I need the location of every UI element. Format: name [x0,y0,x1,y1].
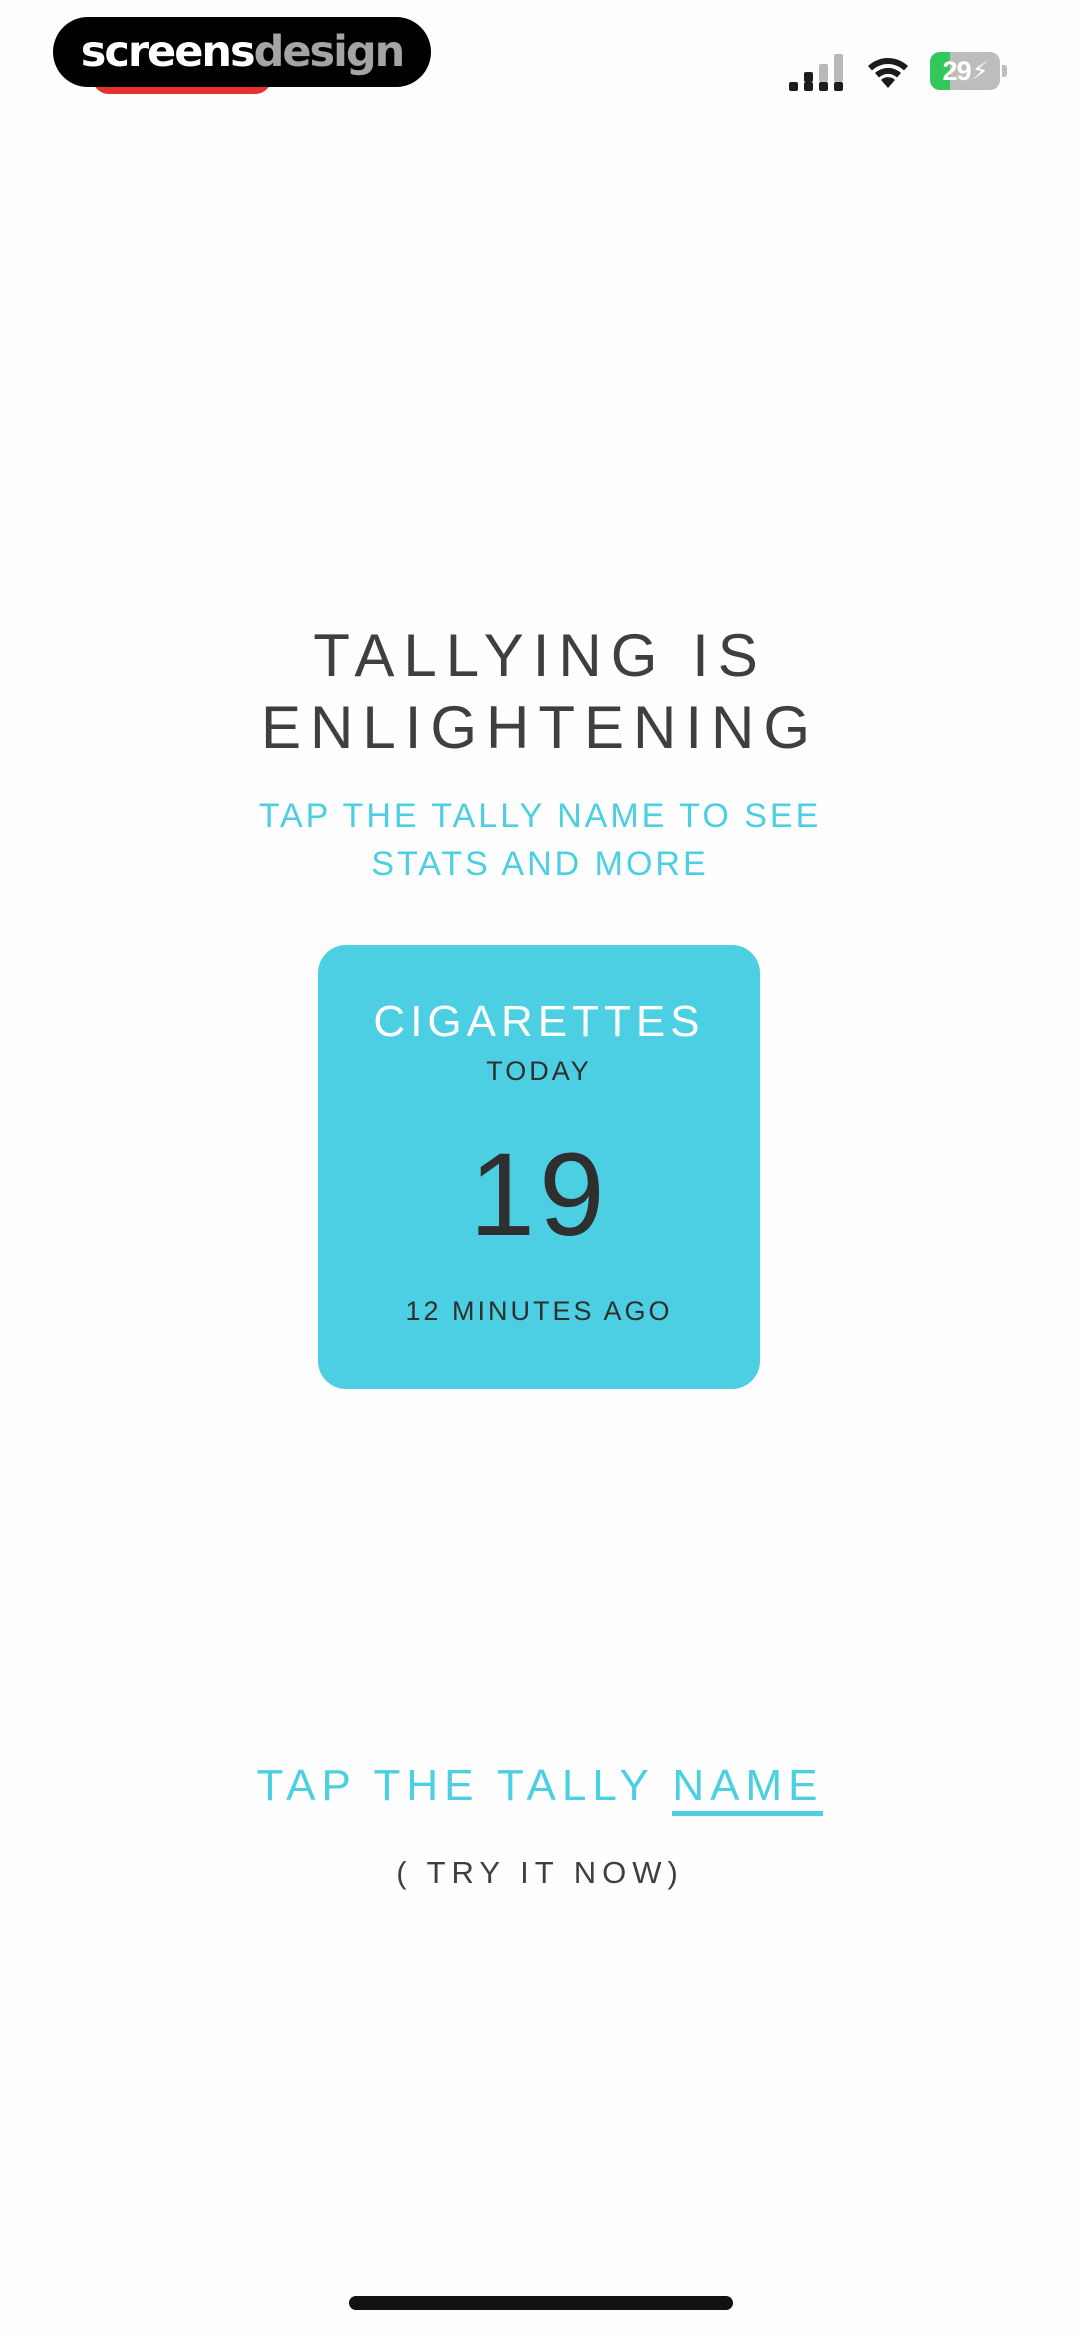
subhead-line-2: STATS AND MORE [371,845,709,883]
battery-tip [1002,65,1007,77]
tally-name[interactable]: CIGARETTES [318,997,760,1047]
battery-charging-icon: 29 ⚡ [930,52,1007,92]
try-it-now-hint: ( TRY IT NOW) [396,1855,684,1890]
tally-last-updated: 12 MINUTES AGO [405,1296,673,1326]
onboarding-headline: TALLYING IS ENLIGHTENING [0,620,1080,764]
tally-card[interactable]: CIGARETTES TODAY 19 12 MINUTES AGO [318,945,760,1389]
battery-level-value: 29 [942,55,972,86]
onboarding-subhead: TAP THE TALLY NAME TO SEE STATS AND MORE [0,792,1080,888]
home-indicator[interactable] [349,2296,733,2310]
headline-line-2: ENLIGHTENING [260,694,820,761]
tally-count[interactable]: 19 [318,1130,760,1260]
watermark-part-1: screens [80,26,256,77]
headline-line-1: TALLYING IS [313,622,767,689]
cta-name-link[interactable]: NAME [672,1761,824,1816]
tally-period: TODAY [486,1056,592,1086]
status-bar: screens design 29 ⚡ [0,0,1080,110]
charging-bolt-icon: ⚡ [971,57,989,85]
cta-prefix: TAP THE TALLY [256,1761,673,1810]
subhead-line-1: TAP THE TALLY NAME TO SEE [258,797,822,835]
screensdesign-watermark: screens design [53,17,431,87]
wifi-icon [868,58,908,88]
battery-level: 29 ⚡ [930,52,1000,90]
watermark-part-2: design [253,26,406,77]
tap-tally-name-prompt[interactable]: TAP THE TALLY NAME [0,1758,1080,1816]
cellular-signal-icon [789,54,843,91]
battery-body: 29 ⚡ [930,52,1000,90]
